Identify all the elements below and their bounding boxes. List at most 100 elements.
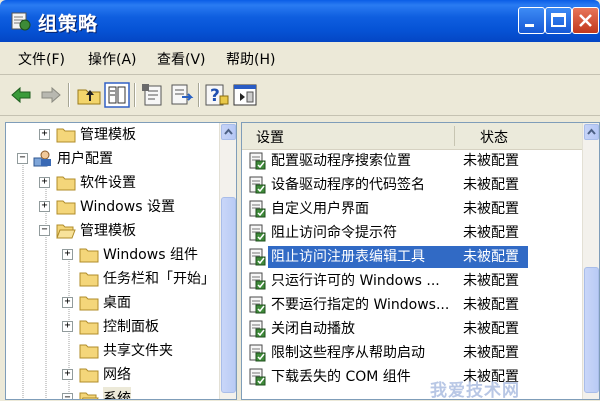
table-row[interactable]: 下载丢失的 COM 组件 未被配置 bbox=[242, 365, 580, 389]
table-row[interactable]: 配置驱动程序搜索位置 未被配置 bbox=[242, 149, 580, 173]
tree-item-desktop[interactable]: + 桌面 bbox=[6, 291, 221, 315]
expander[interactable]: + bbox=[39, 129, 50, 140]
properties-icon[interactable] bbox=[140, 82, 166, 108]
minimize-button[interactable] bbox=[518, 7, 545, 34]
policy-setting-icon bbox=[249, 344, 266, 362]
setting-state: 未被配置 bbox=[463, 297, 519, 313]
setting-state: 未被配置 bbox=[463, 249, 519, 265]
setting-name: 自定义用户界面 bbox=[271, 201, 369, 217]
expander[interactable]: + bbox=[62, 297, 73, 308]
settings-list-pane[interactable]: 设置 状态 配置驱动程序搜索位置 未被配置 设备驱动程序的代码签名 未被配置 自定义用户… bbox=[241, 122, 600, 400]
scroll-thumb[interactable] bbox=[584, 267, 599, 393]
folder-icon bbox=[79, 272, 99, 287]
setting-name: 设备驱动程序的代码签名 bbox=[271, 177, 425, 193]
tree-item-taskbar-start[interactable]: 任务栏和「开始」 bbox=[6, 267, 221, 291]
table-row[interactable]: 限制这些程序从帮助启动 未被配置 bbox=[242, 341, 580, 365]
tree-item-shared-folders[interactable]: 共享文件夹 bbox=[6, 339, 221, 363]
policy-app-icon bbox=[11, 12, 31, 31]
window-title: 组策略 bbox=[38, 13, 99, 35]
setting-state: 未被配置 bbox=[463, 345, 519, 361]
tree-item-software-settings[interactable]: + 软件设置 bbox=[6, 171, 221, 195]
menu-file[interactable]: 文件(F) bbox=[18, 49, 65, 69]
expander[interactable]: + bbox=[62, 249, 73, 260]
tree-item-admin-templates-computer[interactable]: + 管理模板 bbox=[6, 123, 221, 147]
back-arrow-icon[interactable] bbox=[8, 82, 34, 108]
column-divider[interactable] bbox=[454, 126, 455, 146]
tree-item-system[interactable]: − 系统 bbox=[6, 387, 221, 399]
help-icon[interactable]: ? bbox=[204, 82, 230, 108]
policy-setting-icon bbox=[249, 152, 266, 170]
table-row[interactable]: 阻止访问命令提示符 未被配置 bbox=[242, 221, 580, 245]
maximize-button[interactable] bbox=[545, 7, 572, 34]
tree-item-control-panel[interactable]: + 控制面板 bbox=[6, 315, 221, 339]
open-folder-icon bbox=[79, 392, 99, 399]
table-row[interactable]: 只运行许可的 Windows ... 未被配置 bbox=[242, 269, 580, 293]
toolbar-separator bbox=[134, 83, 136, 107]
folder-icon bbox=[56, 200, 76, 215]
table-row[interactable]: 自定义用户界面 未被配置 bbox=[242, 197, 580, 221]
tree-item-network[interactable]: + 网络 bbox=[6, 363, 221, 387]
table-row[interactable]: 阻止访问注册表编辑工具 未被配置 bbox=[242, 245, 580, 269]
forward-arrow-icon[interactable] bbox=[38, 82, 64, 108]
table-row[interactable]: 关闭自动播放 未被配置 bbox=[242, 317, 580, 341]
expander[interactable]: − bbox=[62, 393, 73, 399]
tree-vertical-scrollbar[interactable] bbox=[219, 123, 236, 399]
setting-state: 未被配置 bbox=[463, 201, 519, 217]
minimize-icon bbox=[525, 24, 534, 27]
tree-label: 用户配置 bbox=[57, 151, 113, 167]
folder-icon bbox=[79, 248, 99, 263]
expander[interactable]: − bbox=[17, 153, 28, 164]
tree-label: Windows 设置 bbox=[80, 199, 175, 215]
up-folder-icon[interactable] bbox=[76, 82, 102, 108]
scroll-thumb[interactable] bbox=[221, 197, 236, 393]
console-tree[interactable]: + 管理模板 − 用户配置 + 软件设置 + Windows 设置 − 管理模板… bbox=[5, 122, 237, 400]
column-header-setting[interactable]: 设置 bbox=[256, 127, 284, 147]
close-icon bbox=[579, 14, 592, 27]
export-list-icon[interactable] bbox=[168, 82, 194, 108]
setting-name: 不要运行指定的 Windows... bbox=[271, 297, 450, 313]
menu-action[interactable]: 操作(A) bbox=[88, 49, 137, 69]
tree-label: 软件设置 bbox=[80, 175, 136, 191]
expander[interactable]: − bbox=[39, 225, 50, 236]
svg-text:?: ? bbox=[210, 86, 220, 106]
policy-setting-icon bbox=[249, 320, 266, 338]
expander[interactable]: + bbox=[62, 321, 73, 332]
setting-state: 未被配置 bbox=[463, 273, 519, 289]
scroll-up-button[interactable] bbox=[221, 124, 236, 140]
list-vertical-scrollbar[interactable] bbox=[582, 123, 599, 399]
setting-state: 未被配置 bbox=[463, 321, 519, 337]
tree-item-user-config[interactable]: − 用户配置 bbox=[6, 147, 221, 171]
tree-item-windows-components[interactable]: + Windows 组件 bbox=[6, 243, 221, 267]
settings-list: 配置驱动程序搜索位置 未被配置 设备驱动程序的代码签名 未被配置 自定义用户界面 未被配置… bbox=[242, 149, 582, 399]
table-row[interactable]: 设备驱动程序的代码签名 未被配置 bbox=[242, 173, 580, 197]
tree-label: 任务栏和「开始」 bbox=[103, 271, 215, 287]
menu-help[interactable]: 帮助(H) bbox=[226, 49, 275, 69]
policy-setting-icon bbox=[249, 200, 266, 218]
tree-label: 管理模板 bbox=[80, 127, 136, 143]
table-row[interactable]: 不要运行指定的 Windows... 未被配置 bbox=[242, 293, 580, 317]
folder-icon bbox=[56, 128, 76, 143]
show-hide-tree-icon[interactable] bbox=[104, 82, 130, 108]
expander[interactable]: + bbox=[39, 177, 50, 188]
scroll-up-button[interactable] bbox=[584, 124, 599, 140]
tree-item-windows-settings[interactable]: + Windows 设置 bbox=[6, 195, 221, 219]
tree-label: 系统 bbox=[103, 387, 131, 399]
tree-label: 桌面 bbox=[103, 295, 131, 311]
title-bar[interactable]: 组策略 bbox=[0, 0, 600, 42]
tree-label: Windows 组件 bbox=[103, 247, 198, 263]
menu-view[interactable]: 查看(V) bbox=[157, 49, 206, 69]
close-button[interactable] bbox=[572, 7, 599, 34]
setting-state: 未被配置 bbox=[463, 177, 519, 193]
list-header: 设置 状态 bbox=[242, 123, 582, 150]
tree-item-admin-templates-user[interactable]: − 管理模板 bbox=[6, 219, 221, 243]
toolbar-separator bbox=[68, 83, 70, 107]
watermark: 我爱技术网 bbox=[430, 381, 520, 401]
show-hide-action-pane-icon[interactable] bbox=[232, 82, 258, 108]
tree-label: 管理模板 bbox=[80, 223, 136, 239]
policy-setting-icon bbox=[249, 176, 266, 194]
expander[interactable]: + bbox=[39, 201, 50, 212]
column-header-state[interactable]: 状态 bbox=[480, 127, 508, 147]
folder-icon bbox=[79, 320, 99, 335]
expander[interactable]: + bbox=[62, 369, 73, 380]
setting-name: 配置驱动程序搜索位置 bbox=[271, 153, 411, 169]
